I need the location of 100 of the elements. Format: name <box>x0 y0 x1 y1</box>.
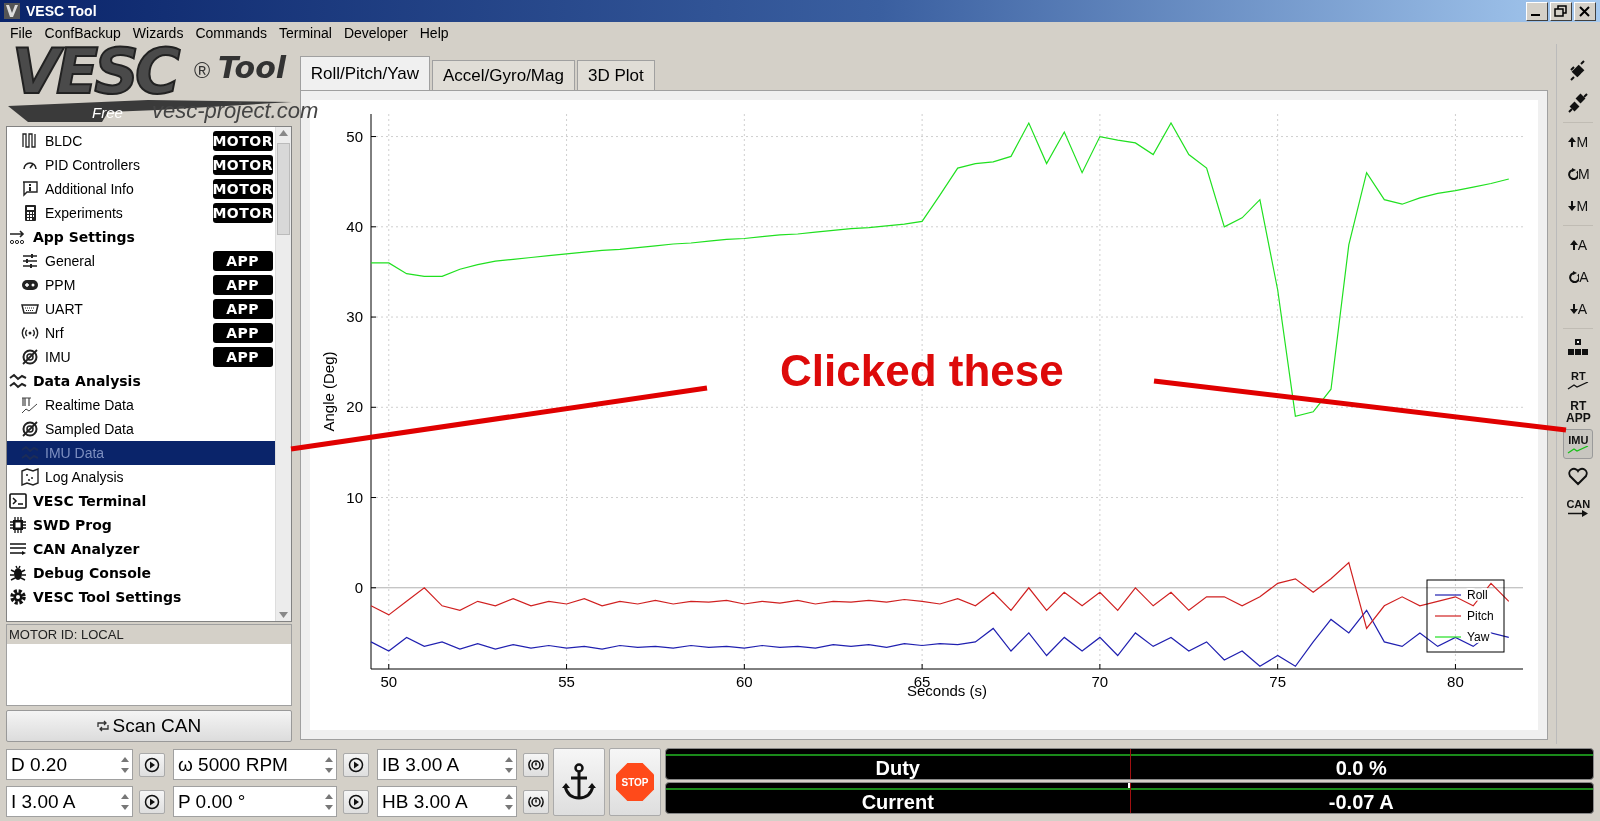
tree-item[interactable]: Debug Console <box>7 561 275 585</box>
tree-item[interactable]: IMU Data <box>7 441 275 465</box>
toolbar-button[interactable]: M <box>1563 159 1594 189</box>
category-badge: APP <box>212 299 273 319</box>
tree-item[interactable]: IMU APP <box>7 345 275 369</box>
bug-icon <box>9 564 27 582</box>
brake-icon <box>527 756 545 773</box>
tree-item[interactable]: Log Analysis <box>7 465 275 489</box>
tree-item[interactable]: Nrf APP <box>7 321 275 345</box>
logo-product-name: Tool <box>218 50 287 85</box>
tree-item[interactable]: Experiments MOTOR <box>7 201 275 225</box>
toolbar-button[interactable]: M <box>1563 127 1594 157</box>
menu-item[interactable]: Terminal <box>273 25 338 41</box>
tick-label: 75 <box>1269 673 1286 690</box>
toolbar-button[interactable]: IMU <box>1563 429 1594 459</box>
app-icon <box>4 3 20 19</box>
tick-label: 50 <box>380 673 397 690</box>
waveform-icon <box>21 132 39 150</box>
gauge-value: -0.07 A <box>1327 791 1395 813</box>
brake-icon <box>527 793 545 810</box>
tree-item[interactable]: PID Controllers MOTOR <box>7 153 275 177</box>
right-arrow-icon <box>1567 510 1590 517</box>
annotation-text: Clicked these <box>780 346 1064 396</box>
reload-icon <box>1567 168 1578 180</box>
category-badge: APP <box>212 251 273 271</box>
tab[interactable]: 3D Plot <box>576 60 655 90</box>
tree-item[interactable]: General APP <box>7 249 275 273</box>
refresh-icon <box>96 719 111 733</box>
tree-item[interactable]: VESC Tool Settings <box>7 585 275 609</box>
tree-item[interactable]: App Settings <box>7 225 275 249</box>
spin-box[interactable]: IB 3.00 A <box>377 749 517 780</box>
reload-icon <box>1568 271 1580 283</box>
restore-button[interactable] <box>1550 1 1572 21</box>
crossed-circle-icon <box>21 420 39 438</box>
play-button[interactable] <box>139 752 165 777</box>
close-button[interactable] <box>1574 1 1596 21</box>
flow-icon <box>9 228 27 246</box>
minimize-button[interactable] <box>1526 1 1548 21</box>
spin-box[interactable]: P 0.00 ° <box>173 786 337 817</box>
tree-item[interactable]: Additional Info MOTOR <box>7 177 275 201</box>
tick-label: 20 <box>345 398 363 416</box>
toolbar-button[interactable]: M <box>1563 191 1594 221</box>
tree-item[interactable]: Sampled Data <box>7 417 275 441</box>
tab[interactable]: Accel/Gyro/Mag <box>432 60 575 90</box>
category-badge: APP <box>212 323 273 343</box>
tick-label: 30 <box>345 308 363 326</box>
toolbar-button[interactable]: A <box>1563 294 1594 324</box>
category-badge: APP <box>212 347 273 367</box>
toolbar-button[interactable]: CAN <box>1563 493 1594 523</box>
trend-line-icon <box>1567 381 1590 390</box>
menu-item[interactable]: Developer <box>337 25 414 41</box>
tree-item[interactable]: VESC Terminal <box>7 489 275 513</box>
tree-item[interactable]: BLDC MOTOR <box>7 129 275 153</box>
logo-wordmark: VESC <box>12 46 177 98</box>
spin-box[interactable]: D 0.20 <box>6 749 133 780</box>
tree-item[interactable]: CAN Analyzer <box>7 537 275 561</box>
sliders-icon <box>21 252 39 270</box>
down-arrow-icon <box>1569 303 1578 315</box>
menu-item[interactable]: Help <box>413 25 455 41</box>
spin-box[interactable]: I 3.00 A <box>6 786 133 817</box>
down-arrow-icon <box>1568 200 1577 212</box>
menu-item[interactable]: Commands <box>189 25 273 41</box>
tick-label: 50 <box>345 127 363 145</box>
brake-button[interactable] <box>523 789 549 814</box>
logo-edition: Free <box>92 104 123 121</box>
tick-label: 40 <box>345 217 363 235</box>
tree-item[interactable]: SWD Prog <box>7 513 275 537</box>
scroll-thumb[interactable] <box>276 143 290 235</box>
tree-item[interactable]: UART APP <box>7 297 275 321</box>
menu-item[interactable]: ConfBackup <box>38 25 127 41</box>
scrollbar[interactable] <box>274 127 291 621</box>
tree-item[interactable]: Data Analysis <box>7 369 275 393</box>
scroll-down-icon[interactable] <box>278 612 288 618</box>
chip-icon <box>9 516 27 534</box>
scroll-up-icon[interactable] <box>278 130 288 136</box>
tick-label: 60 <box>735 673 753 690</box>
spin-box[interactable]: ω 5000 RPM <box>173 749 337 780</box>
toolbar-button[interactable]: RT APP <box>1563 397 1594 427</box>
trend-line-icon <box>1567 445 1590 454</box>
toolbar-button[interactable]: A <box>1563 262 1594 292</box>
menu-item[interactable]: Wizards <box>126 25 190 41</box>
play-button[interactable] <box>343 789 369 814</box>
spin-box[interactable]: HB 3.00 A <box>377 786 517 817</box>
toolbar-button[interactable]: A <box>1563 230 1594 260</box>
tab[interactable]: Roll/Pitch/Yaw <box>299 56 430 90</box>
brake-button[interactable] <box>523 752 549 777</box>
menu-item[interactable]: File <box>4 25 39 41</box>
play-button[interactable] <box>343 752 369 777</box>
tree-item[interactable]: Realtime Data <box>7 393 275 417</box>
play-button[interactable] <box>139 789 165 814</box>
axis-title: Angle (Deg) <box>319 351 337 432</box>
gear-icon <box>9 588 27 606</box>
anchor-button[interactable] <box>553 748 605 816</box>
toolbar-button[interactable]: RT <box>1563 365 1594 395</box>
scan-can-button[interactable]: Scan CAN <box>6 710 292 742</box>
gauge-value: 0.0 % <box>1334 757 1388 779</box>
terminal-icon <box>9 492 27 510</box>
play-icon <box>348 756 364 773</box>
tree-item[interactable]: PPM APP <box>7 273 275 297</box>
list-header: MOTOR ID: LOCAL <box>7 625 291 644</box>
